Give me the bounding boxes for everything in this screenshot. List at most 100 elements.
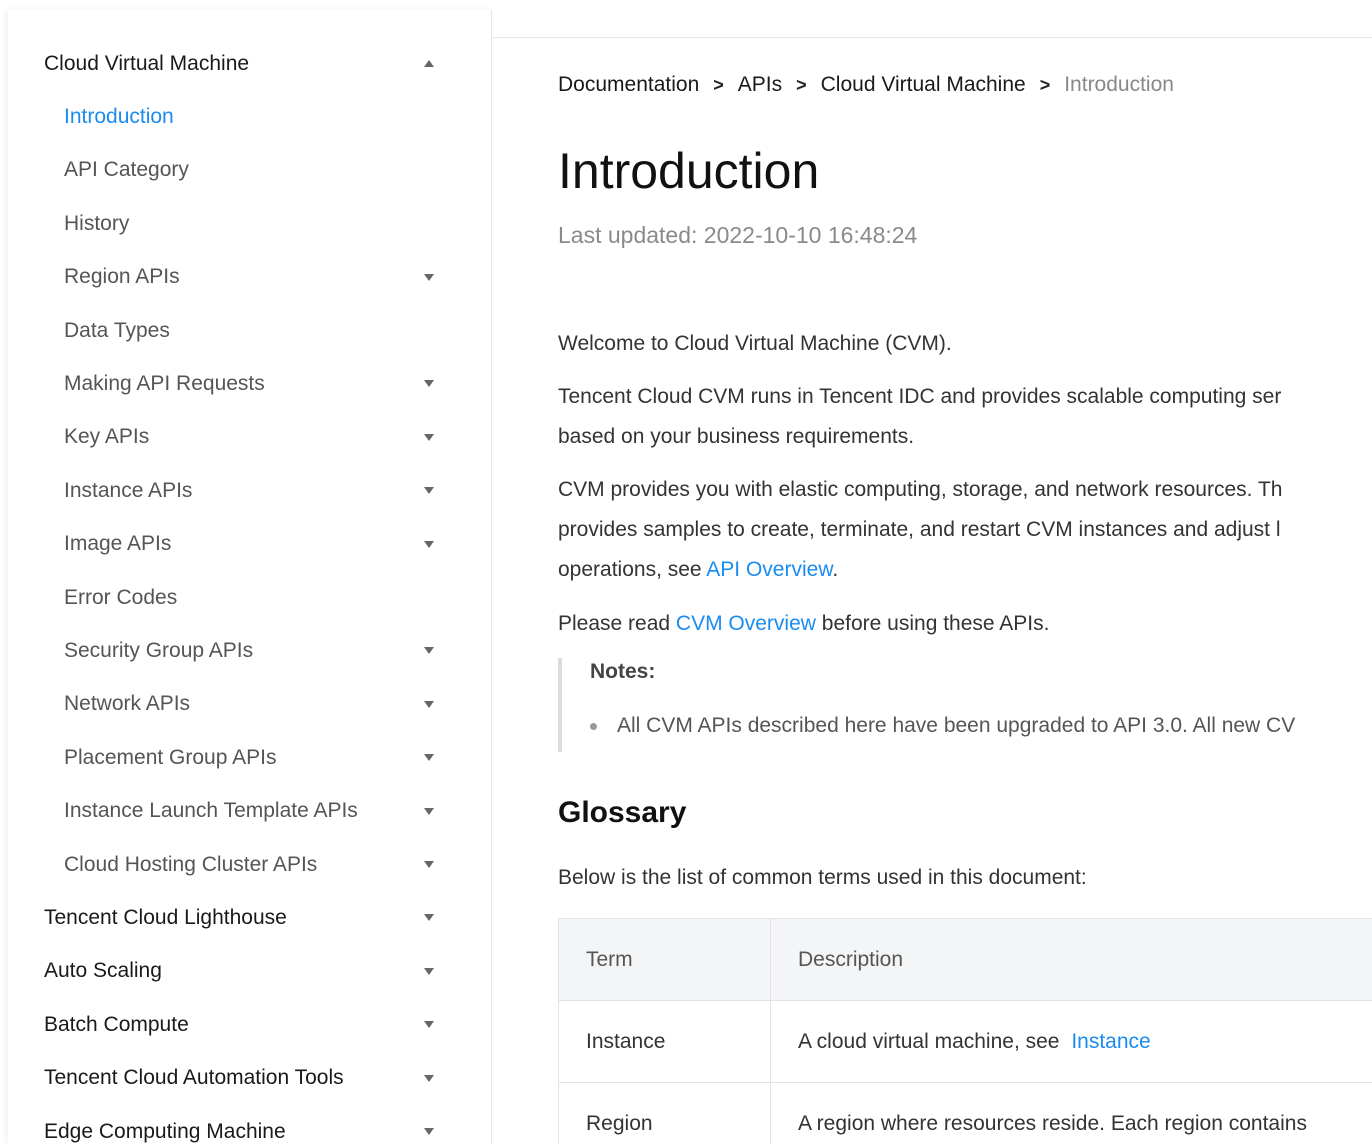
sidebar-item-label: API Category	[64, 158, 189, 182]
notes-item-text: All CVM APIs described here have been up…	[617, 714, 1296, 737]
breadcrumb-cloud-virtual-machine[interactable]: Cloud Virtual Machine	[821, 73, 1026, 97]
sidebar-item-tencent-cloud-automation-tools[interactable]: Tencent Cloud Automation Tools	[8, 1052, 492, 1105]
description-text: A cloud virtual machine, see	[798, 1029, 1066, 1053]
triangle-shape	[424, 540, 434, 548]
sidebar-item-label: Introduction	[64, 104, 174, 128]
sidebar-item-api-category[interactable]: API Category	[8, 144, 492, 197]
sidebar-item-label: Making API Requests	[64, 371, 265, 395]
sidebar-item-label: Security Group APIs	[64, 638, 254, 662]
table-row: Region A region where resources reside. …	[559, 1083, 1372, 1144]
sidebar-item-data-types[interactable]: Data Types	[8, 304, 492, 357]
paragraph-line: operations, see API Overview.	[558, 550, 838, 590]
caret-down-icon[interactable]	[422, 964, 436, 978]
sidebar-item-label: Auto Scaling	[44, 959, 162, 983]
caret-down-icon[interactable]	[422, 430, 436, 444]
sidebar-item-label: Instance APIs	[64, 478, 193, 502]
sidebar-item-history[interactable]: History	[8, 197, 492, 250]
caret-down-icon[interactable]	[422, 537, 436, 551]
api-overview-link[interactable]: API Overview	[706, 558, 832, 581]
paragraph-line: Tencent Cloud CVM runs in Tencent IDC an…	[558, 385, 1282, 408]
table-header-description: Description	[798, 947, 904, 971]
top-bar	[493, 10, 1372, 38]
sidebar-item-label: Region APIs	[64, 265, 180, 289]
sidebar-item-cloud-virtual-machine[interactable]: Cloud Virtual Machine	[8, 37, 492, 90]
breadcrumb-separator: >	[1039, 74, 1051, 95]
sidebar-item-placement-group-apis[interactable]: Placement Group APIs	[8, 731, 492, 784]
sidebar-item-network-apis[interactable]: Network APIs	[8, 678, 492, 731]
breadcrumb-current: Introduction	[1064, 73, 1174, 96]
triangle-shape	[424, 1074, 434, 1082]
sidebar-item-edge-computing-machine[interactable]: Edge Computing Machine	[8, 1105, 492, 1144]
triangle-shape	[424, 914, 434, 922]
table-cell-description: A cloud virtual machine, see Instance	[771, 1001, 1372, 1082]
caret-down-icon[interactable]	[422, 697, 436, 711]
sidebar-item-region-apis[interactable]: Region APIs	[8, 251, 492, 304]
caret-down-icon[interactable]	[422, 377, 436, 391]
sidebar-item-label: Key APIs	[64, 425, 150, 449]
caret-down-icon[interactable]	[422, 751, 436, 765]
caret-down-icon[interactable]	[422, 644, 436, 658]
sidebar-item-label: Cloud Virtual Machine	[44, 51, 250, 75]
caret-down-icon[interactable]	[422, 804, 436, 818]
triangle-shape	[424, 487, 434, 495]
triangle-shape	[424, 60, 434, 67]
welcome-text: Welcome to Cloud Virtual Machine (CVM).	[558, 332, 952, 355]
caret-down-icon[interactable]	[422, 1071, 436, 1085]
sidebar-item-label: Network APIs	[64, 692, 191, 716]
triangle-shape	[424, 433, 434, 441]
breadcrumb-separator: >	[796, 74, 807, 95]
table-cell-description: A region where resources reside. Each re…	[771, 1083, 1372, 1144]
sidebar-item-cloud-hosting-cluster-apis[interactable]: Cloud Hosting Cluster APIs	[8, 838, 492, 891]
paragraph-text: .	[832, 558, 839, 581]
sidebar-item-label: Cloud Hosting Cluster APIs	[64, 852, 318, 876]
caret-up-icon[interactable]	[422, 57, 436, 71]
sidebar-item-instance-apis[interactable]: Instance APIs	[8, 464, 492, 517]
page: Cloud Virtual Machine Introduction API Cat…	[0, 0, 1372, 1144]
sidebar-item-label: Batch Compute	[44, 1012, 189, 1036]
triangle-shape	[424, 380, 434, 388]
main-content: Documentation > APIs > Cloud Virtual Mac…	[493, 10, 1372, 1144]
caret-down-icon[interactable]	[422, 1125, 436, 1139]
paragraph-line: CVM provides you with elastic computing,…	[558, 478, 1283, 501]
sidebar-item-label: Error Codes	[64, 585, 178, 609]
table-cell-term: Region	[559, 1083, 771, 1144]
sidebar-item-key-apis[interactable]: Key APIs	[8, 411, 492, 464]
sidebar-item-label: Instance Launch Template APIs	[64, 799, 358, 823]
sidebar-item-auto-scaling[interactable]: Auto Scaling	[8, 945, 492, 998]
triangle-shape	[424, 967, 434, 975]
sidebar-item-batch-compute[interactable]: Batch Compute	[8, 998, 492, 1051]
page-title: Introduction	[558, 143, 820, 199]
table-cell-term: Instance	[559, 1001, 771, 1082]
paragraph-line: based on your business requirements.	[558, 425, 915, 448]
sidebar-item-error-codes[interactable]: Error Codes	[8, 571, 492, 624]
sidebar-item-label: History	[64, 211, 130, 235]
sidebar-item-tencent-cloud-lighthouse[interactable]: Tencent Cloud Lighthouse	[8, 891, 492, 944]
table-row: Instance A cloud virtual machine, see In…	[559, 1001, 1372, 1083]
glossary-table: Term Description Instance A cloud virtua…	[558, 918, 1372, 1144]
sidebar-item-instance-launch-template-apis[interactable]: Instance Launch Template APIs	[8, 785, 492, 838]
caret-down-icon[interactable]	[422, 270, 436, 284]
sidebar-item-label: Tencent Cloud Automation Tools	[44, 1066, 344, 1090]
triangle-shape	[424, 700, 434, 708]
caret-down-icon[interactable]	[422, 858, 436, 872]
caret-down-icon[interactable]	[422, 484, 436, 498]
paragraph-line: Please read CVM Overview before using th…	[558, 604, 1049, 644]
glossary-heading: Glossary	[558, 796, 687, 829]
breadcrumb-separator: >	[713, 74, 724, 95]
instance-link[interactable]: Instance	[1071, 1030, 1150, 1054]
sidebar-item-security-group-apis[interactable]: Security Group APIs	[8, 624, 492, 677]
triangle-shape	[424, 1128, 434, 1135]
sidebar-item-image-apis[interactable]: Image APIs	[8, 518, 492, 571]
sidebar-item-label: Edge Computing Machine	[44, 1119, 286, 1143]
triangle-shape	[424, 273, 434, 281]
breadcrumb-documentation[interactable]: Documentation	[558, 73, 699, 97]
breadcrumb-apis[interactable]: APIs	[738, 73, 782, 97]
sidebar-item-introduction[interactable]: Introduction	[8, 90, 492, 143]
cvm-overview-link[interactable]: CVM Overview	[676, 612, 816, 635]
sidebar-nav: Cloud Virtual Machine Introduction API Cat…	[8, 10, 492, 1144]
caret-down-icon[interactable]	[422, 911, 436, 925]
paragraph-text: before using these APIs.	[815, 612, 1050, 635]
sidebar-item-making-api-requests[interactable]: Making API Requests	[8, 357, 492, 410]
paragraph-text: operations, see	[558, 558, 707, 581]
caret-down-icon[interactable]	[422, 1018, 436, 1032]
